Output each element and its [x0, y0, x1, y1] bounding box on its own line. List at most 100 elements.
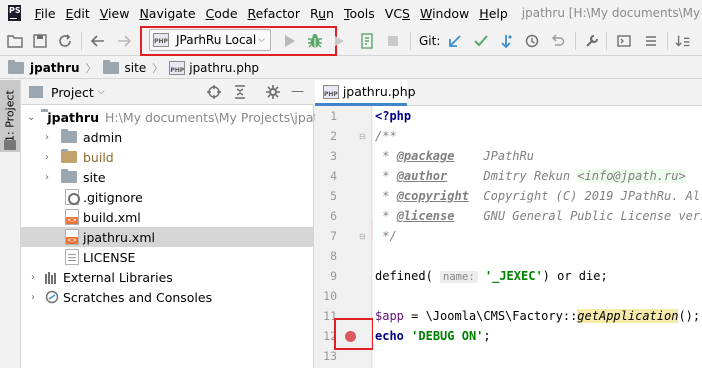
menu-navigate[interactable]: Navigate: [135, 6, 201, 21]
php-icon: PHP: [153, 33, 169, 47]
main-toolbar: PHP JParhRu Local ⌵ Git:: [0, 26, 702, 56]
chevron-right-icon[interactable]: ›: [27, 292, 39, 303]
menu-edit[interactable]: Edit: [62, 6, 96, 21]
open-folder-icon[interactable]: [6, 32, 24, 50]
profiler-icon[interactable]: [358, 32, 376, 50]
update-project-icon[interactable]: [675, 32, 693, 50]
breadcrumb-separator-icon: 〉: [85, 61, 97, 75]
tree-item-gitignore[interactable]: .gitignore: [21, 187, 314, 207]
xml-file-icon: [65, 229, 79, 245]
wrench-settings-icon[interactable]: [583, 32, 601, 50]
code-line-7: */: [375, 226, 396, 246]
tree-item-admin[interactable]: › admin: [21, 127, 314, 147]
code-text: = \Joomla\CMS\Factory::: [403, 309, 578, 323]
chevron-right-icon[interactable]: ›: [41, 152, 53, 163]
php-file-icon: PHP: [323, 84, 339, 99]
tree-item-build[interactable]: › build: [21, 147, 314, 167]
editor-tab-jpathru-php[interactable]: PHP jpathru.php: [315, 80, 416, 106]
toolbar-separator: [575, 32, 576, 50]
locate-target-icon[interactable]: [207, 85, 221, 102]
hide-panel-icon[interactable]: —: [291, 84, 304, 99]
breadcrumb: jpathru 〉 site 〉 PHP jpathru.php: [0, 57, 702, 79]
doc-tag: @copyright: [396, 189, 469, 203]
menu-run[interactable]: Run: [306, 6, 340, 21]
line-number: 5: [330, 189, 337, 203]
code-editor[interactable]: <?php /** * @package JPathRu * @author D…: [373, 106, 702, 368]
breadcrumb-item-file[interactable]: PHP jpathru.php: [169, 60, 259, 75]
php-open-tag: <?php: [375, 109, 412, 123]
synchronize-icon[interactable]: [56, 32, 74, 50]
git-update-arrow-icon[interactable]: [446, 32, 464, 50]
parameter-hint: name:: [440, 271, 478, 283]
run-with-coverage-icon[interactable]: [331, 32, 349, 50]
scratches-icon: [45, 290, 59, 304]
chevron-down-icon[interactable]: ⌄: [27, 112, 35, 123]
phpstorm-logo-icon: PS: [8, 5, 21, 21]
chevron-right-icon[interactable]: ›: [27, 272, 39, 283]
folder-icon: [61, 149, 77, 163]
string-literal: 'DEBUG ON': [411, 329, 484, 343]
gear-icon[interactable]: [266, 85, 280, 102]
toolbar-separator: [81, 32, 82, 50]
folder-icon: [61, 129, 77, 143]
tree-item-scratches[interactable]: › Scratches and Consoles: [21, 287, 314, 307]
git-push-icon[interactable]: [497, 32, 515, 50]
forward-arrow-icon[interactable]: [115, 32, 133, 50]
line-number: 9: [330, 269, 337, 283]
tree-item-site[interactable]: › site: [21, 167, 314, 187]
run-configuration-label: JParhRu Local: [176, 33, 257, 47]
debug-bug-icon[interactable]: [306, 32, 324, 50]
run-configuration-dropdown[interactable]: PHP JParhRu Local ⌵: [149, 29, 271, 51]
menu-help[interactable]: Help: [475, 6, 514, 21]
project-panel: Project ⌵ — ⌄ jpathru H:\My documents\My…: [21, 80, 339, 368]
breakpoint-highlight-box: [334, 318, 374, 350]
editor-tab-bar: PHP jpathru.php: [315, 80, 702, 106]
breadcrumb-item-site[interactable]: site 〉: [102, 59, 170, 76]
doc-tag: @author: [396, 169, 448, 183]
save-all-icon[interactable]: [31, 32, 49, 50]
rollback-icon[interactable]: [549, 32, 567, 50]
history-clock-icon[interactable]: [523, 32, 541, 50]
logo-text: PS: [9, 6, 21, 15]
project-panel-title[interactable]: Project: [51, 85, 94, 100]
git-commit-check-icon[interactable]: [472, 32, 490, 50]
menu-file[interactable]: File: [31, 6, 62, 21]
stop-icon[interactable]: [384, 32, 402, 50]
tree-item-license[interactable]: LICENSE: [21, 247, 314, 267]
breadcrumb-item-root[interactable]: jpathru 〉: [8, 59, 103, 76]
menu-window[interactable]: Window: [416, 6, 475, 21]
breadcrumb-separator-icon: 〉: [152, 61, 164, 75]
chevron-down-icon[interactable]: ⌵: [98, 87, 105, 97]
git-label: Git:: [419, 34, 441, 48]
run-icon[interactable]: [281, 32, 299, 50]
chevron-right-icon[interactable]: ›: [41, 172, 53, 183]
tool-window-stripe: 1: Project: [0, 80, 21, 368]
collapse-all-icon[interactable]: [233, 85, 247, 102]
database-icon[interactable]: [642, 32, 660, 50]
tree-item-build-xml[interactable]: build.xml: [21, 207, 314, 227]
tree-item-jpathru-xml[interactable]: jpathru.xml: [21, 227, 314, 247]
menu-tools[interactable]: Tools: [340, 6, 381, 21]
menu-label: Window: [419, 5, 470, 21]
window-title: jpathru [H:\My documents\My Projects: [521, 6, 702, 20]
folder-icon: [8, 59, 24, 74]
terminal-icon[interactable]: [615, 32, 633, 50]
menu-label: VCS: [384, 5, 410, 21]
string-literal: '_JEXEC': [484, 269, 543, 283]
tree-item-external-libraries[interactable]: › External Libraries: [21, 267, 314, 287]
toolbar-separator: [606, 32, 607, 50]
tree-root-row[interactable]: ⌄ jpathru H:\My documents\My Projects\jp…: [21, 107, 339, 127]
back-arrow-icon[interactable]: [89, 32, 107, 50]
line-number: 6: [330, 209, 337, 223]
doc-comment-start: /**: [375, 129, 397, 143]
menu-view[interactable]: View: [96, 6, 136, 21]
doc-tag-value: Dmitry Rekun: [483, 169, 578, 183]
menu-code[interactable]: Code: [202, 6, 244, 21]
menu-refactor[interactable]: Refactor: [244, 6, 306, 21]
menu-vcs[interactable]: VCS: [381, 6, 416, 21]
fold-marker-icon[interactable]: ⊟: [359, 232, 368, 241]
method-call: getApplication: [577, 309, 679, 323]
chevron-right-icon[interactable]: ›: [41, 132, 53, 143]
fold-marker-icon[interactable]: ⊟: [359, 132, 368, 141]
editor-tab-label: jpathru.php: [342, 84, 416, 99]
